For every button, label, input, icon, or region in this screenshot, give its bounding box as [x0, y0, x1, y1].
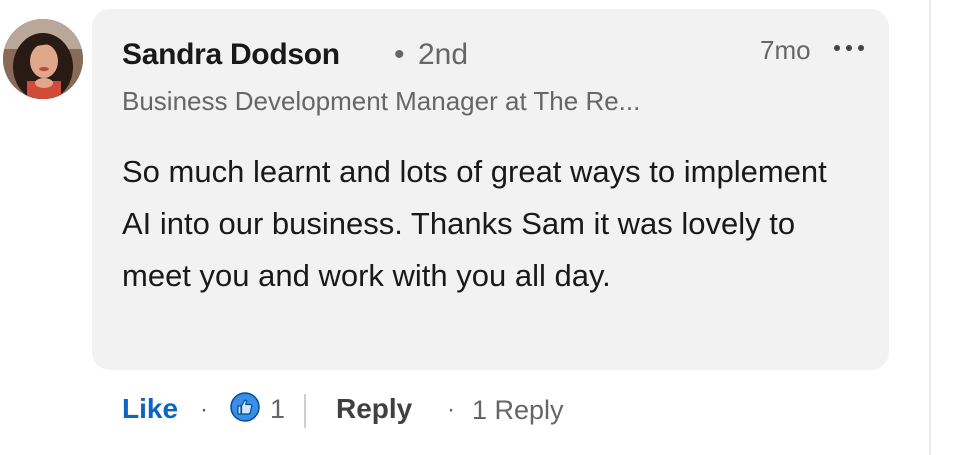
like-button[interactable]: Like: [122, 393, 178, 425]
thumbs-up-icon[interactable]: [230, 392, 260, 422]
connection-degree: 2nd: [418, 38, 469, 71]
author-name[interactable]: Sandra Dodson: [122, 38, 340, 72]
ellipsis-dot: [834, 45, 840, 51]
panel-divider: [929, 0, 931, 455]
ellipsis-dot: [846, 45, 852, 51]
comment-actions: Like · 1 Reply · 1 Reply: [122, 390, 722, 434]
action-divider: [304, 394, 306, 428]
avatar[interactable]: [3, 19, 83, 99]
comment-page: Sandra Dodson • 2nd 7mo Business Develop…: [0, 0, 961, 455]
replies-count-link[interactable]: 1 Reply: [472, 395, 564, 426]
reply-button[interactable]: Reply: [336, 393, 412, 425]
comment-text: So much learnt and lots of great ways to…: [122, 154, 827, 293]
author-headline: Business Development Manager at The Re..…: [122, 86, 641, 116]
comment-time: 7mo: [760, 35, 811, 65]
ellipsis-icon[interactable]: [830, 32, 868, 62]
action-separator: ·: [447, 396, 455, 423]
reaction-count[interactable]: 1: [270, 394, 285, 425]
action-separator: ·: [200, 396, 208, 423]
degree-separator: •: [394, 38, 405, 71]
ellipsis-dot: [858, 45, 864, 51]
avatar-image: [3, 19, 83, 99]
